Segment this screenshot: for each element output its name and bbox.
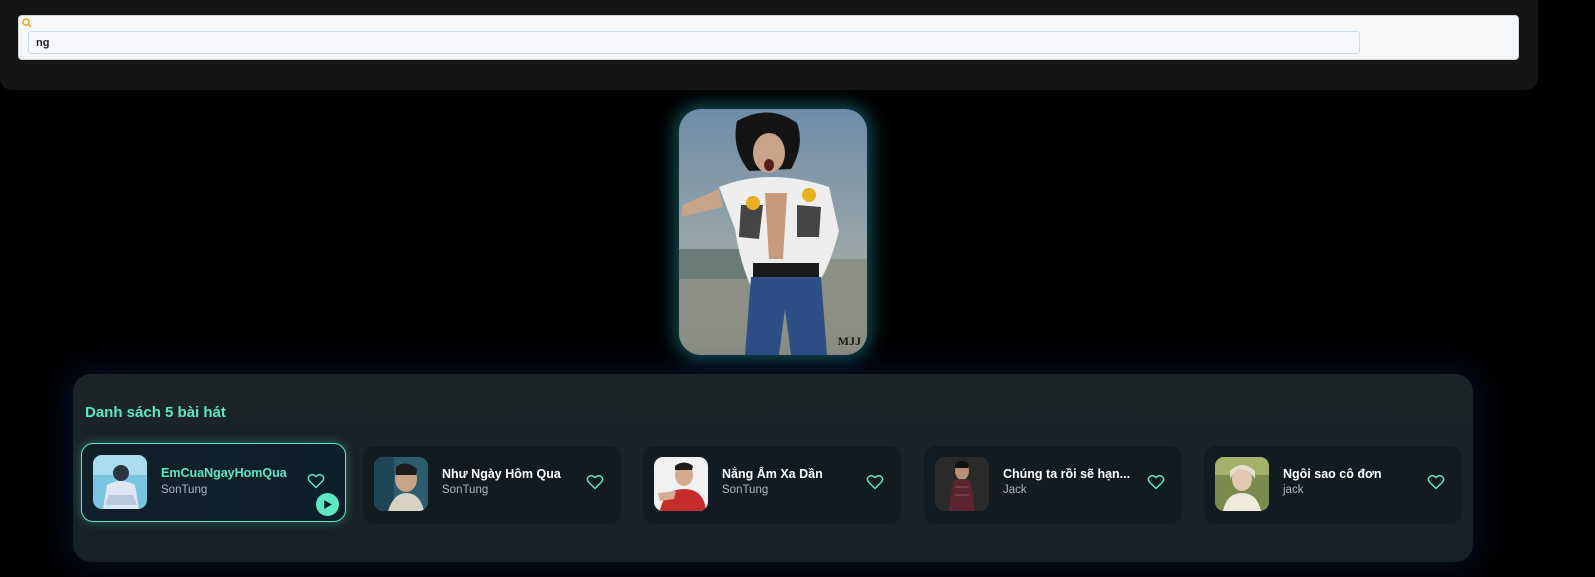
search-panel — [0, 0, 1538, 90]
track-title: Như Ngày Hôm Qua — [442, 467, 561, 481]
track-artist: jack — [1283, 484, 1304, 496]
track-thumbnail — [374, 457, 428, 511]
heart-icon[interactable] — [866, 474, 884, 490]
heart-icon[interactable] — [1427, 474, 1445, 490]
track-thumbnail — [1215, 457, 1269, 511]
search-box — [18, 15, 1519, 60]
album-cover: MJJ — [679, 109, 867, 355]
track-item[interactable]: EmCuaNgayHomQua SonTung — [81, 443, 346, 522]
track-title: Ngôi sao cô đơn — [1283, 467, 1382, 481]
cover-image — [679, 109, 867, 355]
heart-icon[interactable] — [1147, 474, 1165, 490]
track-item[interactable]: Như Ngày Hôm Qua SonTung — [363, 446, 621, 524]
track-thumbnail — [93, 455, 147, 509]
heart-icon[interactable] — [307, 473, 325, 489]
track-list: EmCuaNgayHomQua SonTung Như Ngày Hôm Qua… — [81, 443, 1465, 526]
track-title: EmCuaNgayHomQua — [161, 466, 287, 480]
track-title: Chúng ta rồi sẽ hạn... — [1003, 467, 1131, 481]
track-item[interactable]: Nắng Ấm Xa Dần SonTung — [643, 446, 901, 524]
playlist-panel: Danh sách 5 bài hát EmCuaNgayHomQua SonT… — [73, 374, 1473, 562]
track-item[interactable]: Chúng ta rồi sẽ hạn... Jack — [924, 446, 1182, 524]
play-button[interactable] — [316, 493, 339, 516]
cover-watermark: MJJ — [837, 334, 861, 348]
play-icon — [324, 500, 332, 509]
heart-icon[interactable] — [586, 474, 604, 490]
track-thumbnail — [935, 457, 989, 511]
search-icon — [22, 18, 32, 28]
track-artist: SonTung — [161, 484, 208, 496]
track-thumbnail — [654, 457, 708, 511]
track-artist: SonTung — [722, 484, 769, 496]
track-title: Nắng Ấm Xa Dần — [722, 467, 823, 481]
playlist-title: Danh sách 5 bài hát — [85, 404, 226, 421]
track-item[interactable]: Ngôi sao cô đơn jack — [1204, 446, 1462, 524]
track-artist: SonTung — [442, 484, 489, 496]
track-artist: Jack — [1003, 484, 1027, 496]
search-input[interactable] — [28, 31, 1360, 54]
